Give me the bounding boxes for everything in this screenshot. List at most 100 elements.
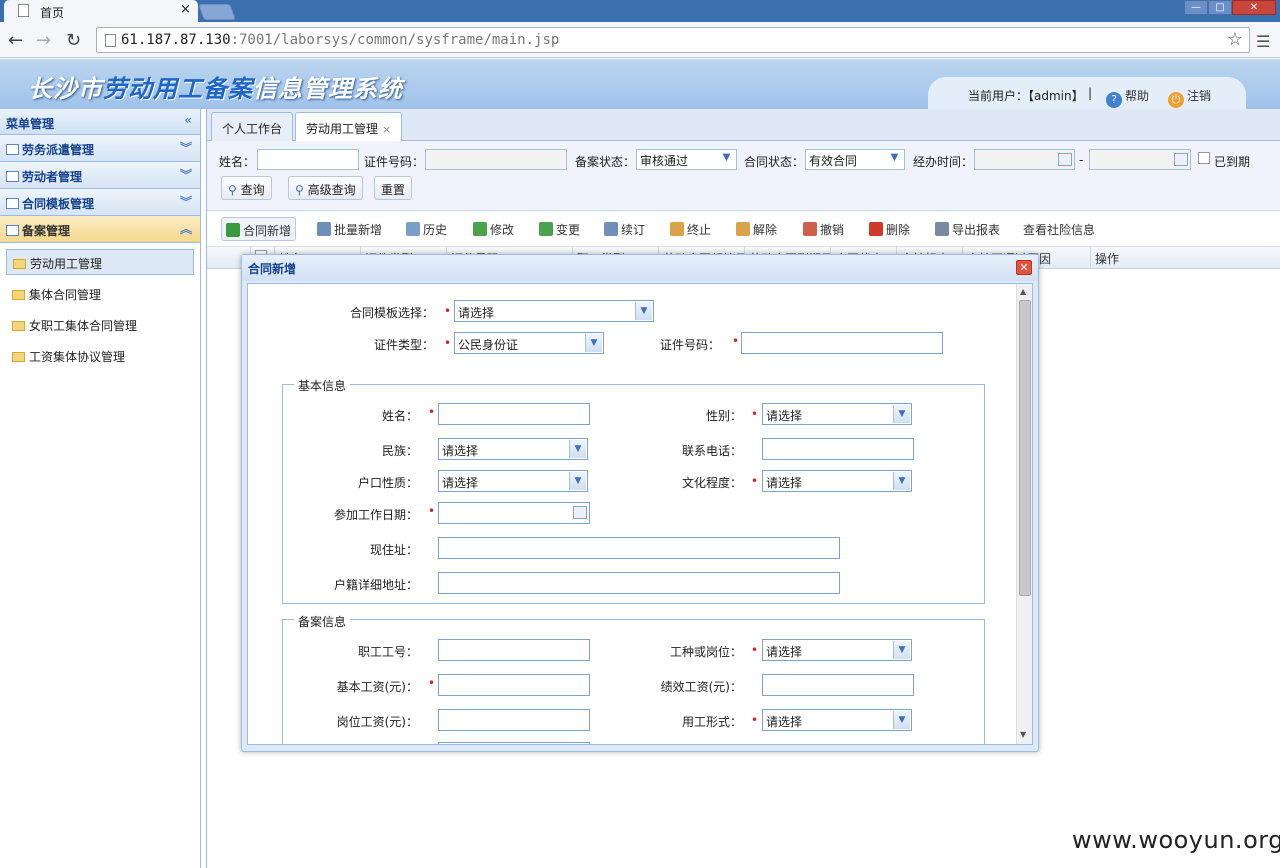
bookmark-star-icon[interactable]: ☆ [1227,29,1243,50]
terminate-button[interactable]: 终止 [666,217,715,241]
hukou-address-label: 户籍详细地址： [333,578,418,592]
name-input[interactable] [257,149,359,170]
window-minimize-button[interactable]: — [1184,0,1208,15]
sidebar-section-templates[interactable]: 合同模板管理 ︾ [0,189,200,216]
id-label: 证件号码： [364,155,425,169]
employ-form-select[interactable]: 请选择 ▼ [762,709,912,731]
workdate-input[interactable] [438,502,590,524]
window-maximize-button[interactable]: □ [1208,0,1232,15]
reload-icon[interactable]: ↻ [66,30,81,51]
help-link[interactable]: ? 帮助 [1106,87,1149,108]
dissolve-button[interactable]: 解除 [732,217,781,241]
logout-link[interactable]: ⏻ 注销 [1168,87,1211,108]
hukou-address-input[interactable] [438,572,840,594]
calendar-icon[interactable] [1174,153,1188,166]
page-icon [105,34,116,47]
sidebar-item-female[interactable]: 女职工集体合同管理 [6,310,194,341]
period-label: 经办时间： [913,155,974,169]
close-icon[interactable]: ✕ [1016,260,1032,275]
query-button[interactable]: ⚲ 查询 [221,176,272,200]
sidebar-item-collective[interactable]: 集体合同管理 [6,279,194,310]
gender-select[interactable]: 请选择 ▼ [762,403,912,425]
contract-status-select[interactable]: 有效合同 ▼ [805,149,905,170]
grid-col-actions[interactable]: 操作 [1091,247,1280,269]
sidebar-item-labor[interactable]: 劳动用工管理 [6,249,194,275]
sidebar-item-wage[interactable]: 工资集体协议管理 [6,341,194,372]
chevron-up-icon[interactable]: ︽ [180,220,192,237]
add-contract-button[interactable]: 合同新增 [221,217,297,241]
name-input[interactable] [438,403,590,425]
id-input[interactable] [425,149,567,170]
social-insurance-button[interactable]: 查看社险信息 [1019,217,1099,241]
sidebar-section-workers[interactable]: 劳动者管理 ︾ [0,162,200,189]
url-input[interactable]: 61.187.87.130:7001/laborsys/common/sysfr… [96,27,1250,53]
staff-no-input[interactable] [438,639,590,661]
scroll-up-icon[interactable]: ▲ [1020,287,1026,296]
history-button[interactable]: 历史 [402,217,451,241]
contract-status-value: 有效合同 [809,154,858,168]
chevron-down-icon: ▼ [890,152,899,163]
sidebar-section-dispatch[interactable]: 劳务派遣管理 ︾ [0,135,200,162]
job-select[interactable]: 请选择 ▼ [762,639,912,661]
tab-close-icon[interactable]: × [382,123,391,136]
sidebar-item-label: 集体合同管理 [29,288,102,302]
tab-labor-management[interactable]: 劳动用工管理 × [295,112,403,142]
education-select[interactable]: 请选择 ▼ [762,470,912,492]
calendar-icon[interactable] [573,506,587,519]
renew-button[interactable]: 续订 [600,217,649,241]
status-select[interactable]: 审核通过 ▼ [636,149,737,170]
address-input[interactable] [438,537,840,559]
power-icon: ⏻ [1168,92,1184,108]
nation-label: 民族： [381,444,418,458]
search-icon: ⚲ [228,183,241,197]
browser-tab[interactable]: 首页 × [4,0,198,22]
reset-button[interactable]: 重置 [374,176,413,200]
period-start-input[interactable] [974,149,1075,170]
period-end-input[interactable] [1089,149,1191,170]
idno-input[interactable] [741,332,943,354]
address-label: 现住址： [369,543,418,557]
hukou-select[interactable]: 请选择 ▼ [438,470,588,492]
export-button[interactable]: 导出报表 [931,217,1004,241]
window-close-button[interactable]: ✕ [1232,0,1276,15]
collapse-icon[interactable]: « [184,113,192,127]
perf-salary-input[interactable] [762,674,914,696]
url-host: 61.187.87.130 [121,32,231,48]
browser-tab-bar: 首页 × — □ ✕ [0,0,1280,22]
post-salary-input[interactable] [438,709,590,731]
tab-workbench[interactable]: 个人工作台 [211,112,294,141]
new-tab-button[interactable] [198,4,236,20]
delete-button[interactable]: 删除 [865,217,914,241]
tab-close-icon[interactable]: × [180,2,191,17]
idtype-select[interactable]: 公民身份证 ▼ [454,332,604,354]
browser-menu-icon[interactable]: ☰ [1256,32,1270,51]
template-select[interactable]: 请选择 ▼ [454,300,654,322]
batch-add-button[interactable]: 批量新增 [313,217,386,241]
advanced-query-button[interactable]: ⚲ 高级查询 [288,176,363,200]
phone-input[interactable] [762,438,914,460]
gender-value: 请选择 [766,409,803,423]
base-salary-label: 基本工资(元)： [336,680,418,694]
scroll-down-icon[interactable]: ▼ [1020,730,1026,739]
record-info-legend: 备案信息 [294,613,351,630]
sidebar-section-records[interactable]: 备案管理 ︽ [0,216,200,243]
back-icon[interactable]: ← [8,30,23,51]
chevron-down-icon[interactable]: ︾ [180,193,192,210]
chevron-down-icon[interactable]: ︾ [180,166,192,183]
folder-icon [12,352,25,362]
required-mark: • [751,407,759,421]
forward-icon[interactable]: → [36,30,51,51]
expired-checkbox[interactable] [1198,152,1210,164]
change-button[interactable]: 变更 [535,217,584,241]
base-salary-input[interactable] [438,674,590,696]
scrollbar-thumb[interactable] [1019,300,1031,596]
revoke-button[interactable]: 撤销 [799,217,848,241]
chevron-down-icon[interactable]: ︾ [180,139,192,156]
dialog-scrollbar[interactable]: ▲ ▼ [1016,284,1032,744]
nation-select[interactable]: 请选择 ▼ [438,438,588,460]
toolbar-label: 合同新增 [243,224,292,238]
edit-button[interactable]: 修改 [469,217,518,241]
calendar-icon[interactable] [1058,153,1072,166]
sidebar-item-label: 劳动用工管理 [30,257,103,271]
next-field-input[interactable] [438,742,590,744]
